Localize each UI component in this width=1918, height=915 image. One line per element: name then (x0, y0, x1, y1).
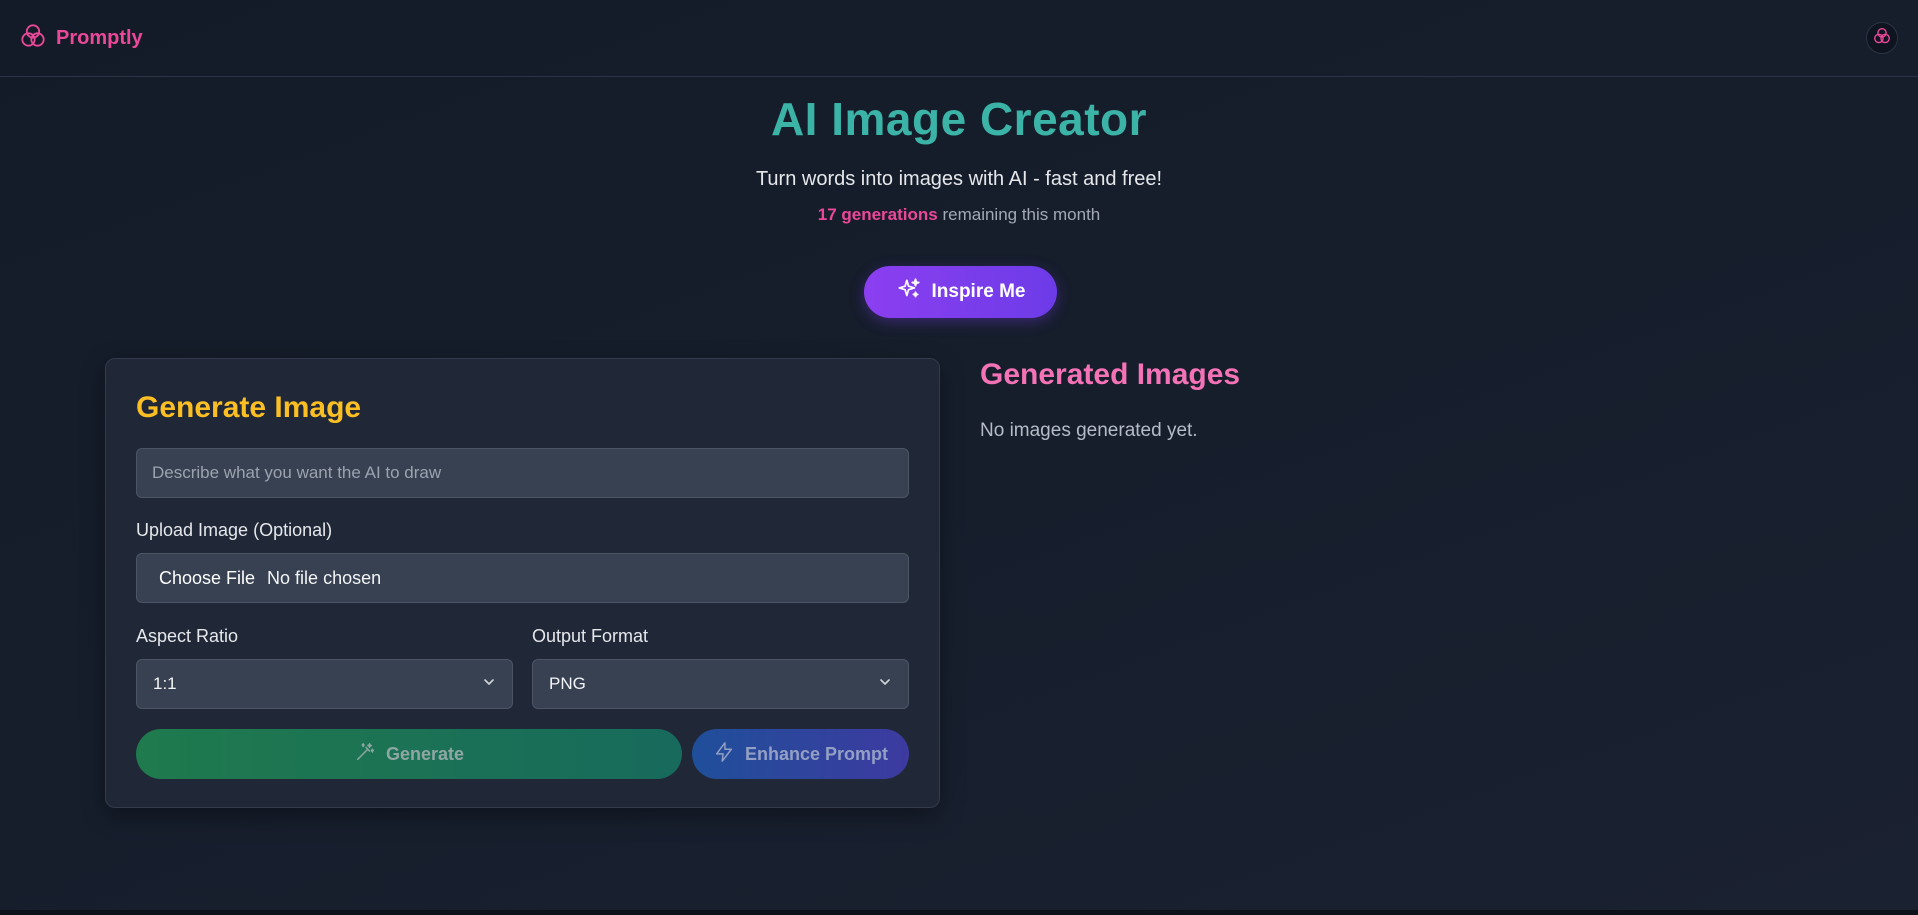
bottom-edge (0, 910, 1918, 915)
aspect-ratio-select[interactable]: 1:1 (136, 659, 513, 709)
quota-suffix: remaining this month (937, 205, 1101, 224)
enhance-prompt-button[interactable]: Enhance Prompt (692, 729, 909, 779)
file-upload-input[interactable]: Choose File No file chosen (136, 553, 909, 603)
sparkles-icon (896, 276, 922, 308)
generate-button[interactable]: Generate (136, 729, 682, 779)
output-format-value: PNG (549, 674, 586, 693)
quota-count: 17 generations (817, 205, 938, 224)
generate-label: Generate (385, 743, 465, 764)
generate-image-card: Generate Image Upload Image (Optional) C… (105, 358, 940, 808)
output-format-label: Output Format (532, 626, 649, 646)
aspect-ratio-value: 1:1 (153, 674, 177, 693)
no-images-message: No images generated yet. (980, 420, 1198, 441)
triple-ring-logo-icon (20, 23, 46, 54)
brand-name: Promptly (56, 26, 143, 49)
choose-file-button[interactable]: Choose File (159, 568, 255, 589)
enhance-prompt-label: Enhance Prompt (744, 743, 889, 764)
prompt-input[interactable] (136, 448, 909, 498)
top-navigation-bar: Promptly (0, 0, 1918, 77)
page-subtitle: Turn words into images with AI - fast an… (755, 168, 1163, 190)
magic-wand-icon (354, 741, 376, 768)
file-status-text: No file chosen (267, 567, 382, 588)
generated-images-title: Generated Images (980, 358, 1241, 391)
profile-logo-icon (1873, 27, 1891, 50)
upload-image-label: Upload Image (Optional) (136, 520, 333, 540)
inspire-me-button[interactable]: Inspire Me (864, 266, 1057, 318)
avatar[interactable] (1866, 22, 1898, 54)
generation-quota: 17 generations remaining this month (0, 205, 1918, 225)
brand[interactable]: Promptly (20, 23, 143, 54)
hero-section: AI Image Creator Turn words into images … (0, 92, 1918, 225)
chevron-down-icon (878, 674, 892, 694)
chevron-down-icon (482, 674, 496, 694)
lightning-icon (713, 741, 735, 768)
aspect-ratio-label: Aspect Ratio (136, 626, 239, 646)
inspire-me-label: Inspire Me (931, 281, 1026, 302)
page-title: AI Image Creator (770, 93, 1148, 145)
generate-image-title: Generate Image (136, 391, 362, 424)
output-format-select[interactable]: PNG (532, 659, 909, 709)
